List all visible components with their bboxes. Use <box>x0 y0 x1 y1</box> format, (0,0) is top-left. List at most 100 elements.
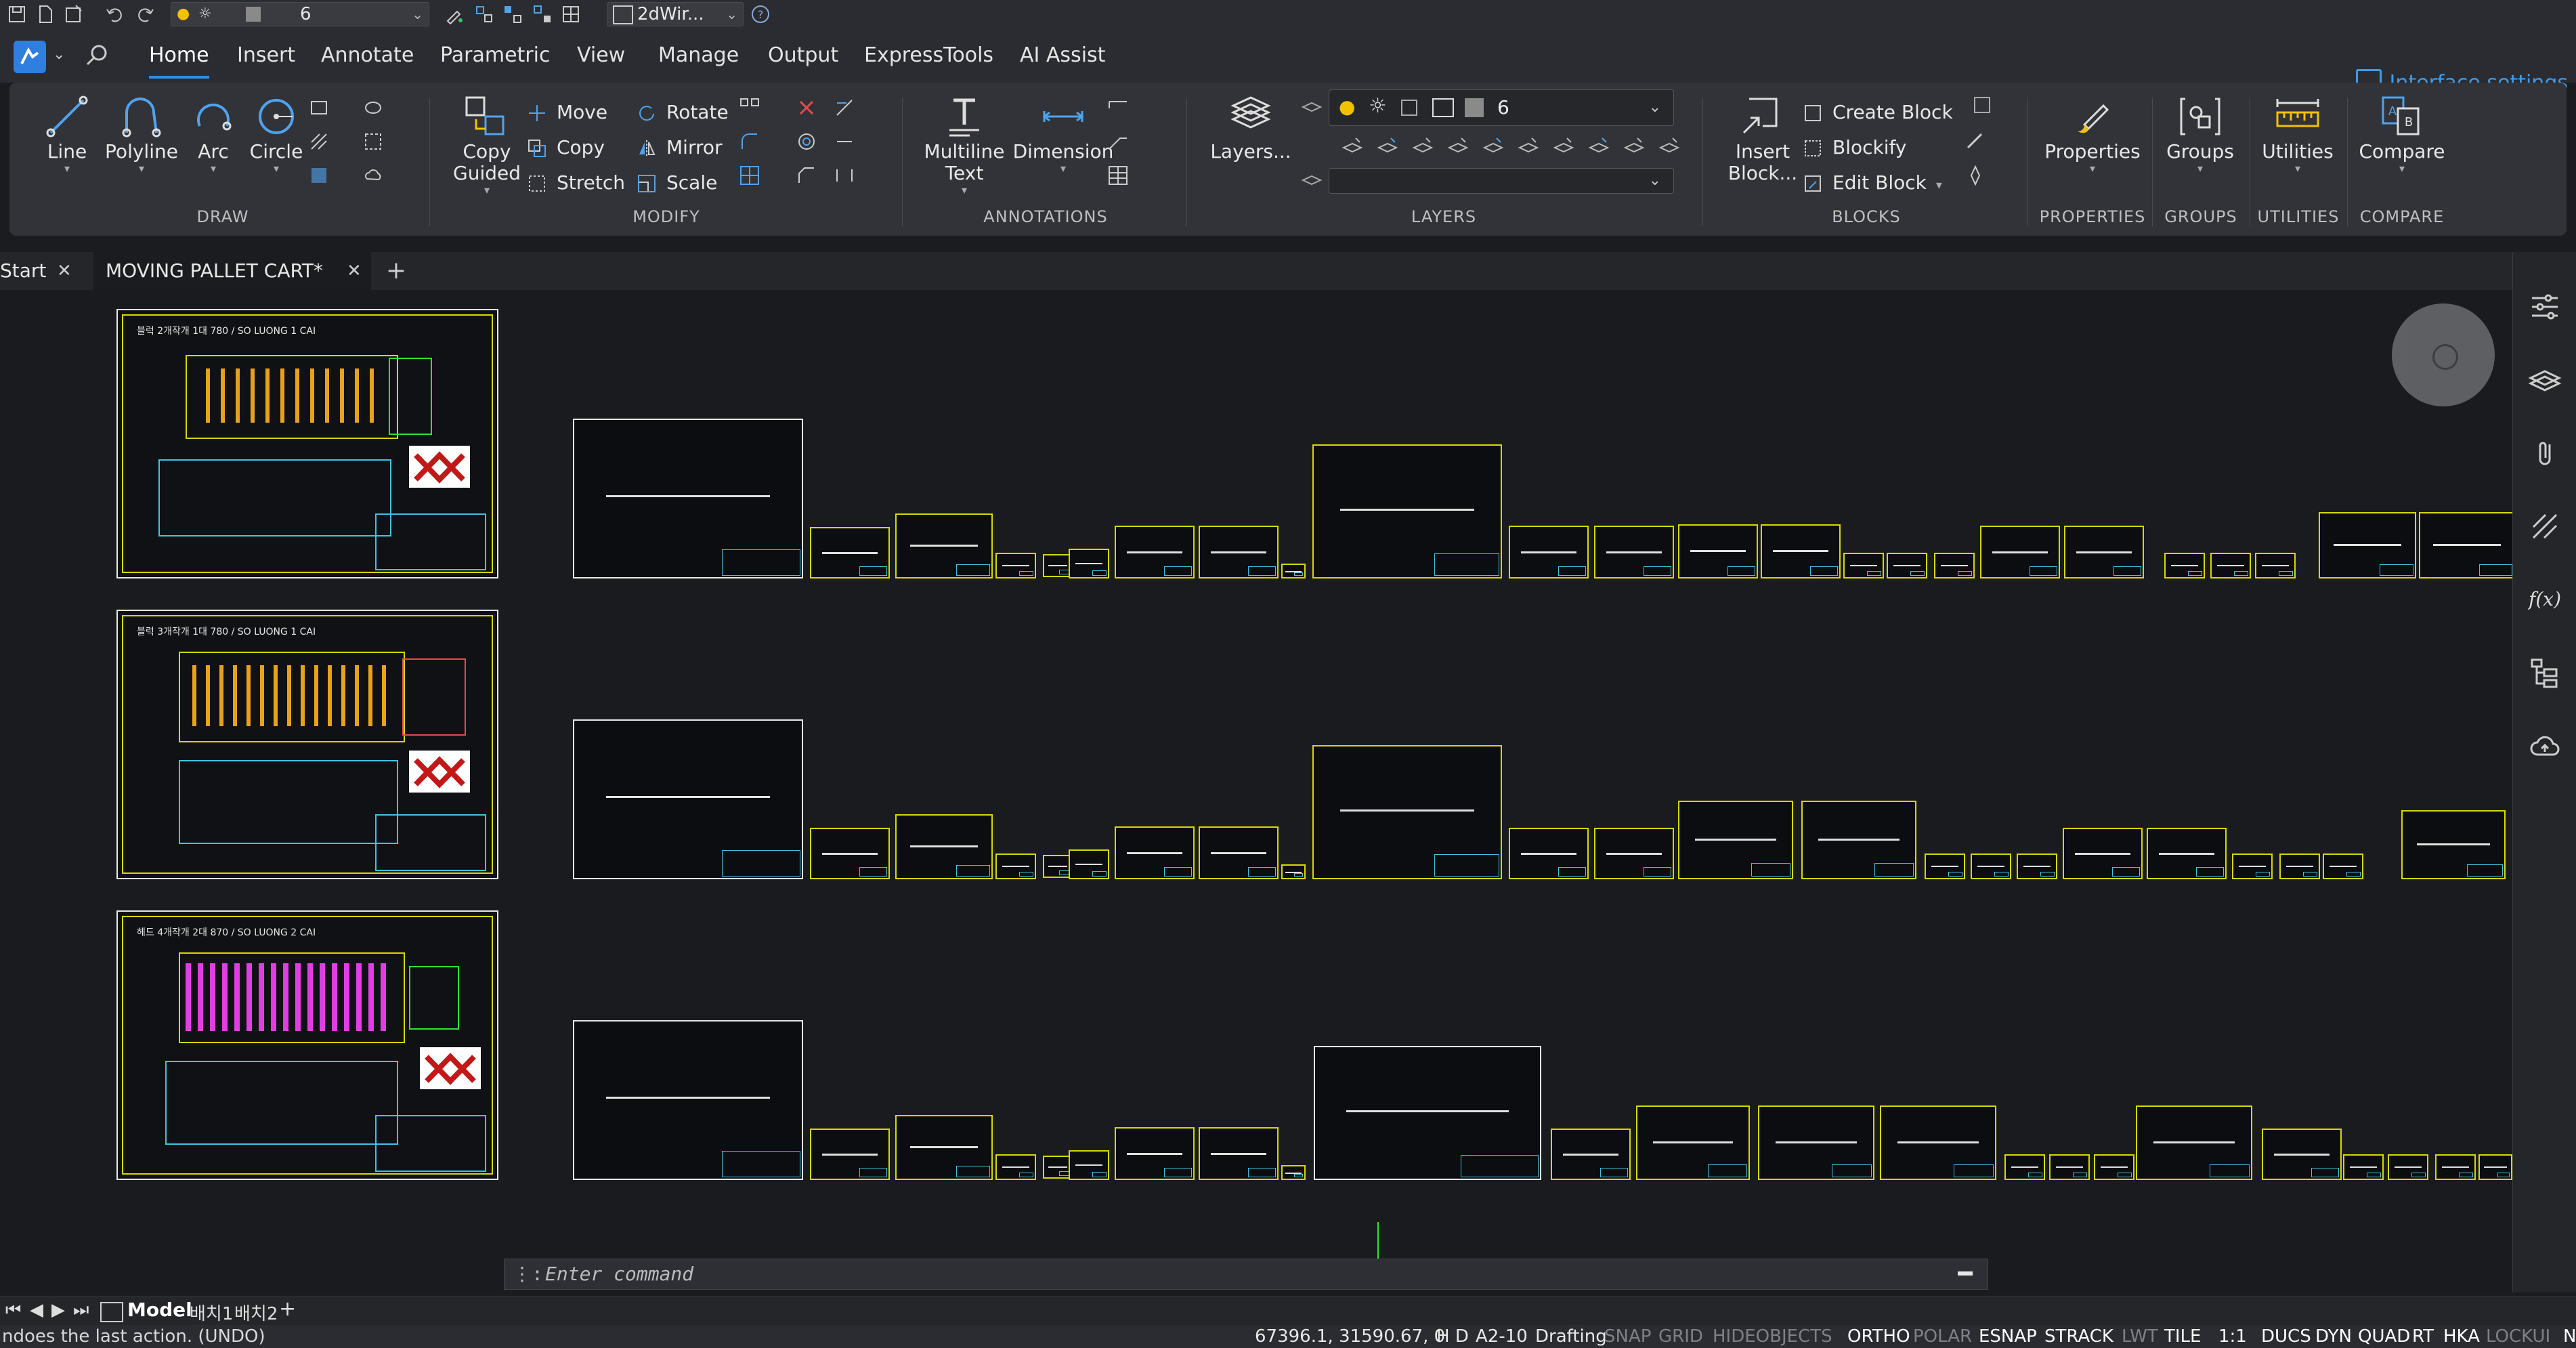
multiline-text-button[interactable]: Multiline Text ▾ <box>917 92 1012 196</box>
status-toggle-lockui[interactable]: LOCKUI <box>2484 1325 2552 1348</box>
hatch-icon[interactable] <box>307 130 330 153</box>
drawing-thumbnail[interactable] <box>1801 801 1916 879</box>
layer-dropdown[interactable]: ● ☼ 6 ⌄ <box>1329 89 1674 126</box>
drawing-thumbnail[interactable] <box>1678 801 1793 879</box>
layer-unlock-icon[interactable] <box>1552 134 1575 157</box>
next-layout-icon[interactable]: ▶ <box>51 1300 65 1320</box>
status-workspace[interactable]: Drafting <box>1533 1325 1609 1348</box>
rectangle-icon[interactable] <box>307 96 330 119</box>
edit-block-button[interactable]: Edit Block ▾ <box>1803 167 1942 199</box>
drawing-thumbnail[interactable] <box>895 513 993 578</box>
drawing-thumbnail[interactable] <box>1636 1105 1750 1180</box>
move-button[interactable]: Move <box>527 96 607 129</box>
drawing-thumbnail[interactable] <box>2063 828 2143 879</box>
drawing-thumbnail[interactable] <box>1281 564 1306 578</box>
drawing-thumbnail[interactable] <box>995 553 1036 578</box>
navigation-wheel[interactable] <box>2392 303 2495 406</box>
drawing-thumbnail[interactable] <box>2210 553 2251 578</box>
region-icon[interactable] <box>307 164 330 187</box>
drawing-thumbnail[interactable] <box>1115 526 1195 578</box>
rotate-button[interactable]: Rotate <box>637 96 729 129</box>
layer-unisolate-icon[interactable] <box>1411 134 1434 157</box>
drawing-thumbnail[interactable] <box>2279 854 2320 879</box>
status-toggle-lwt[interactable]: LWT <box>2120 1325 2160 1348</box>
drawing-thumbnail[interactable] <box>810 1129 890 1180</box>
drawing-thumbnail[interactable] <box>2401 810 2506 879</box>
drawing-thumbnail[interactable] <box>1312 745 1502 879</box>
mirror-button[interactable]: Mirror <box>637 131 723 164</box>
status-toggle-strack[interactable]: STRACK <box>2042 1325 2116 1348</box>
layer-walk-icon[interactable] <box>1300 167 1323 190</box>
fillet-icon[interactable] <box>738 130 761 153</box>
drawing-thumbnail[interactable] <box>2017 854 2057 879</box>
groups-button[interactable]: Groups ▾ <box>2156 92 2244 175</box>
status-toggle-dyn[interactable]: DYN <box>2313 1325 2354 1348</box>
create-block-button[interactable]: Create Block <box>1803 96 1953 129</box>
search-icon[interactable] <box>84 42 111 69</box>
last-layout-icon[interactable]: ⏭ <box>73 1300 89 1321</box>
layouts-menu-icon[interactable] <box>100 1302 123 1322</box>
drawing-thumbnail[interactable] <box>1980 526 2060 578</box>
drawing-thumbnail[interactable] <box>2004 1154 2045 1180</box>
drawing-thumbnail[interactable] <box>1678 524 1758 578</box>
line-tool-button[interactable]: Line ▾ <box>30 92 104 175</box>
status-paper[interactable]: A2-10 <box>1474 1325 1530 1348</box>
tab-expresstools[interactable]: ExpressTools <box>864 41 993 70</box>
layer-match-icon[interactable] <box>1587 134 1610 157</box>
status-toggle-rt[interactable]: RT <box>2410 1325 2436 1348</box>
chamfer-icon[interactable] <box>795 164 818 187</box>
close-icon[interactable]: ✕ <box>347 252 362 290</box>
drawing-thumbnail[interactable] <box>1069 1150 1109 1180</box>
drawing-sheet[interactable]: 헤드 4개작개 2대 870 / SO LUONG 2 CAI <box>116 910 498 1180</box>
tab-annotate[interactable]: Annotate <box>321 41 414 70</box>
drawing-thumbnail[interactable] <box>2232 854 2273 879</box>
drawing-thumbnail[interactable] <box>1880 1105 1996 1180</box>
drawing-thumbnail[interactable] <box>1594 828 1674 879</box>
quick-select-icon[interactable] <box>532 4 553 24</box>
drawing-thumbnail[interactable] <box>1509 526 1589 578</box>
status-toggle-quad[interactable]: QUAD <box>2356 1325 2412 1348</box>
drawing-thumbnail[interactable] <box>810 828 890 879</box>
drawing-sheet[interactable]: 블럭 3개작개 1대 780 / SO LUONG 1 CAI <box>116 610 498 879</box>
trim-icon[interactable] <box>833 96 856 119</box>
status-toggle-polar[interactable]: POLAR <box>1911 1325 1974 1348</box>
close-icon[interactable]: ✕ <box>57 252 72 290</box>
drawing-thumbnail[interactable] <box>995 1154 1036 1180</box>
layer-lock-icon[interactable] <box>1517 134 1540 157</box>
drawing-thumbnail[interactable] <box>573 419 803 578</box>
app-menu-chevron-icon[interactable]: ⌄ <box>53 46 65 63</box>
tab-home[interactable]: Home <box>149 41 209 79</box>
tab-parametric[interactable]: Parametric <box>440 41 550 70</box>
block-actions-icon[interactable] <box>1964 164 1987 187</box>
drawing-thumbnail[interactable] <box>2435 1154 2476 1180</box>
drawing-thumbnail[interactable] <box>2388 1154 2428 1180</box>
structure-tree-icon[interactable] <box>2528 656 2562 690</box>
status-toggle-hka[interactable]: HKA <box>2441 1325 2482 1348</box>
drawing-thumbnail[interactable] <box>1069 549 1109 578</box>
drawing-thumbnail[interactable] <box>2255 553 2296 578</box>
compare-button[interactable]: AB Compare ▾ <box>2351 92 2453 175</box>
array-icon[interactable] <box>738 96 761 119</box>
arc-tool-button[interactable]: Arc ▾ <box>183 92 244 175</box>
properties-button[interactable]: Properties ▾ <box>2038 92 2147 175</box>
utilities-button[interactable]: Utilities ▾ <box>2254 92 2342 175</box>
layer-off-icon[interactable] <box>1482 134 1505 157</box>
layer-merge-icon[interactable] <box>1658 134 1681 157</box>
drawing-thumbnail[interactable] <box>1925 854 1965 879</box>
attachment-icon[interactable] <box>2528 436 2562 470</box>
drawing-thumbnail[interactable] <box>1115 1127 1195 1180</box>
tab-ai-assist[interactable]: AI Assist <box>1020 41 1105 70</box>
save-icon[interactable] <box>7 4 27 24</box>
insert-block-button[interactable]: Insert Block... <box>1719 92 1807 184</box>
linetype-dropdown[interactable]: ⌄ <box>1329 168 1674 194</box>
drawing-thumbnail[interactable] <box>895 814 993 879</box>
layers-panel-icon[interactable] <box>2528 363 2562 397</box>
prev-layout-icon[interactable]: ◀ <box>30 1300 43 1320</box>
new-file-icon[interactable] <box>35 4 56 24</box>
tab-layout2[interactable]: 배치2 <box>234 1300 278 1325</box>
drawing-sheet[interactable]: 블럭 2개작개 1대 780 / SO LUONG 1 CAI <box>116 309 498 578</box>
block-parameters-icon[interactable] <box>1964 130 1987 153</box>
layers-button[interactable]: Layers... <box>1200 92 1302 163</box>
tab-insert[interactable]: Insert <box>237 41 295 70</box>
boundary-icon[interactable] <box>362 130 385 153</box>
